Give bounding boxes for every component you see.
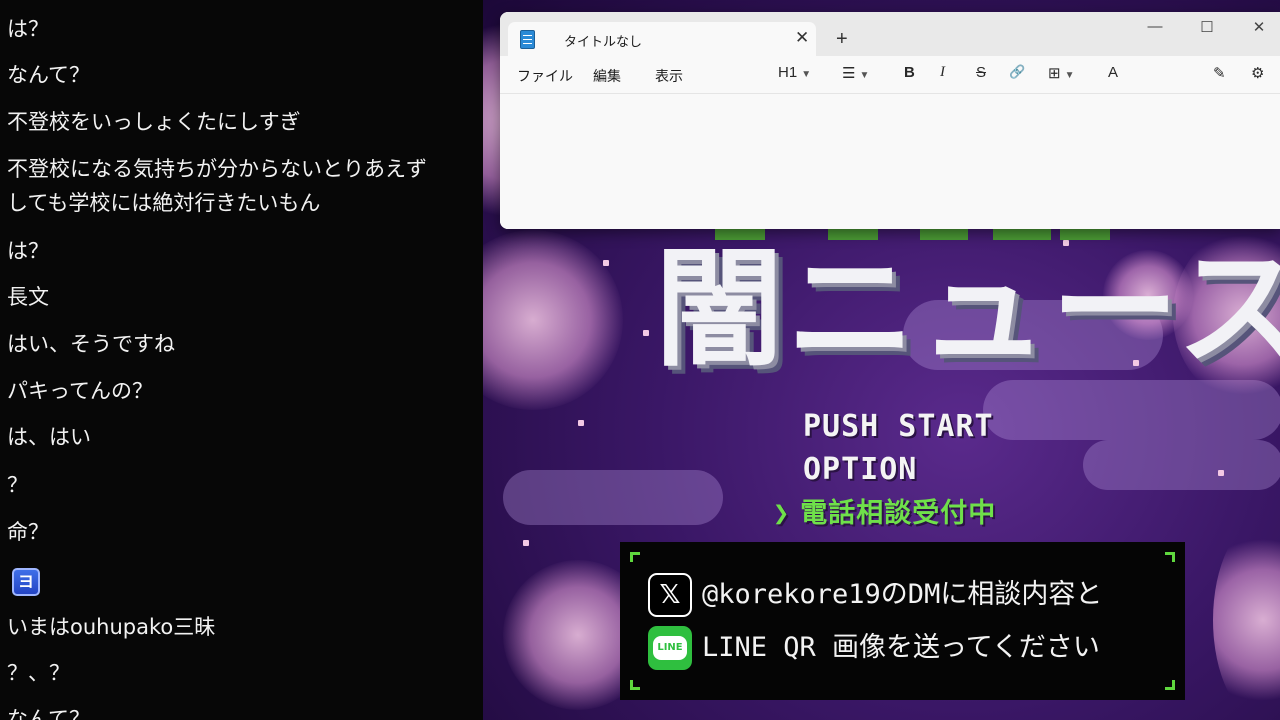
menu-edit[interactable]: 編集: [593, 66, 621, 86]
copilot-icon[interactable]: ✎: [1213, 64, 1226, 82]
heading-label: H1: [778, 64, 798, 81]
new-tab-button[interactable]: +: [836, 27, 848, 51]
table-icon: ⊞: [1048, 65, 1061, 82]
chat-message: 長文: [7, 285, 49, 309]
petal: [643, 330, 649, 336]
title-bar: タイトルなし ✕ + — ☐ ✕: [500, 12, 1280, 56]
chevron-right-icon: ❯: [773, 498, 791, 529]
menu-phone-label: 電話相談受付中: [800, 498, 997, 529]
notepad-window: タイトルなし ✕ + — ☐ ✕ ファイル 編集 表示 H1 ▼ ☰ ▼ B I S…: [500, 12, 1280, 229]
info-text-qr: LINE QR 画像を送ってください: [702, 632, 1100, 663]
contact-info-box: 𝕏 @korekore19のDMに相談内容と LINE LINE QR 画像を送…: [620, 542, 1185, 700]
info-line-line: LINE LINE QR 画像を送ってください: [648, 626, 1100, 670]
petal: [603, 260, 609, 266]
close-icon[interactable]: ✕: [795, 28, 809, 48]
game-title: 闇ニュース: [655, 235, 1280, 384]
list-dropdown[interactable]: ☰ ▼: [842, 64, 869, 82]
chat-message: 不登校をいっしょくたにしすぎ: [7, 110, 301, 134]
chat-message: パキってんの？: [7, 379, 153, 403]
text-editor-area[interactable]: [500, 95, 1280, 229]
link-icon[interactable]: 🔗: [1009, 64, 1025, 80]
chat-message: は？: [7, 239, 49, 263]
list-icon: ☰: [842, 65, 856, 82]
chevron-down-icon: ▼: [801, 69, 812, 80]
tab-title: タイトルなし: [564, 34, 643, 49]
menu-option[interactable]: OPTION: [803, 453, 917, 487]
sakura-cluster: [483, 230, 623, 410]
italic-button[interactable]: I: [940, 64, 945, 81]
chat-message: ？: [7, 473, 28, 497]
chat-message: 不登校になる気持ちが分からないとりあえず: [7, 157, 427, 181]
menu-phone-consult[interactable]: ❯ 電話相談受付中: [773, 497, 996, 531]
chat-message: はい、そうですね: [7, 332, 175, 356]
menu-bar: ファイル 編集 表示 H1 ▼ ☰ ▼ B I S 🔗 ⊞ ▼ A ✎ ⚙: [500, 56, 1280, 94]
menu-push-start[interactable]: PUSH START: [803, 410, 994, 444]
info-text-dm: @korekore19のDMに相談内容と: [702, 579, 1103, 610]
chat-message: なんて？: [7, 707, 90, 720]
frame-corner: [630, 680, 640, 690]
x-logo-icon: 𝕏: [648, 573, 692, 617]
table-dropdown[interactable]: ⊞ ▼: [1048, 64, 1074, 82]
strikethrough-button[interactable]: S: [976, 64, 986, 81]
cloud-decoration: [1083, 440, 1280, 490]
chevron-down-icon: ▼: [859, 70, 870, 81]
tab-untitled[interactable]: タイトルなし ✕: [508, 22, 816, 56]
chat-message: いまはouhupako三昧: [7, 615, 216, 639]
chat-message: は？: [7, 17, 49, 41]
petal: [578, 420, 584, 426]
chat-message: なんて？: [7, 63, 90, 87]
chevron-down-icon: ▼: [1064, 70, 1075, 81]
chat-message: 命？: [7, 520, 49, 544]
info-line-x: 𝕏 @korekore19のDMに相談内容と: [648, 573, 1102, 617]
notepad-icon: [520, 30, 535, 49]
chat-message: は、はい: [7, 425, 91, 449]
settings-gear-icon[interactable]: ⚙: [1251, 64, 1264, 82]
minimize-button[interactable]: —: [1140, 18, 1170, 35]
maximize-button[interactable]: ☐: [1192, 18, 1222, 36]
petal: [523, 540, 529, 546]
cloud-decoration: [503, 470, 723, 525]
frame-corner: [1165, 552, 1175, 562]
menu-file[interactable]: ファイル: [517, 66, 573, 86]
emote-badge-icon: ヨ: [12, 568, 40, 596]
spellcheck-icon[interactable]: A: [1108, 64, 1118, 81]
frame-corner: [1165, 680, 1175, 690]
menu-view[interactable]: 表示: [655, 66, 683, 86]
bold-button[interactable]: B: [904, 64, 915, 81]
frame-corner: [630, 552, 640, 562]
chat-message: ？、？: [7, 661, 70, 685]
sakura-cluster: [1213, 520, 1280, 720]
chat-panel: は？ なんて？ 不登校をいっしょくたにしすぎ 不登校になる気持ちが分からないとり…: [0, 0, 483, 720]
close-window-button[interactable]: ✕: [1244, 18, 1274, 36]
heading-dropdown[interactable]: H1 ▼: [778, 64, 811, 81]
chat-message: しても学校には絶対行きたいもん: [7, 191, 321, 215]
petal: [1218, 470, 1224, 476]
line-logo-icon: LINE: [648, 626, 692, 670]
